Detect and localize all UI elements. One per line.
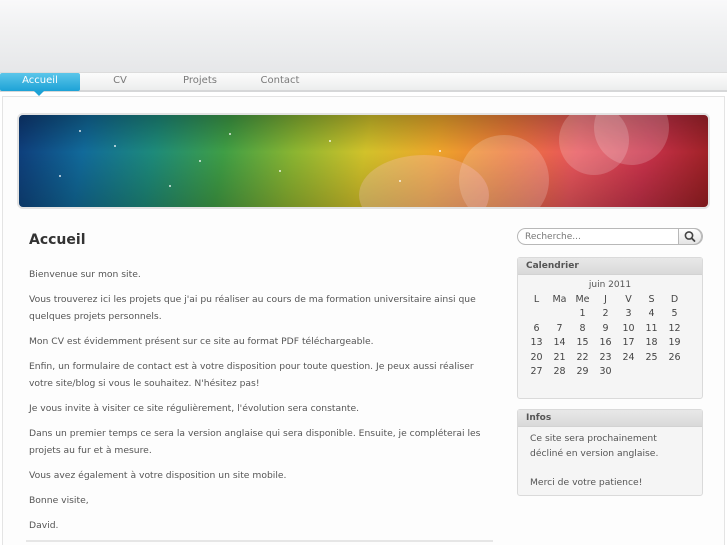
sparkle (169, 185, 171, 187)
paragraph: Enfin, un formulaire de contact est à vo… (29, 361, 474, 389)
nav-item-accueil[interactable]: Accueil (0, 73, 80, 96)
calendar-day: 16 (599, 337, 612, 349)
nav-item-projets[interactable]: Projets (160, 73, 240, 91)
calendar-widget: Calendrier juin 2011 L Ma Me J V S D 1 2… (517, 257, 703, 399)
sparkle (279, 170, 281, 172)
weekday-header: S (648, 293, 655, 305)
calendar-day: 11 (645, 322, 658, 334)
calendar-day: 12 (668, 322, 681, 334)
calendar-day: 19 (668, 337, 681, 349)
calendar-day: 5 (671, 308, 678, 320)
calendar-day (617, 365, 640, 380)
weekday-header: J (604, 293, 607, 305)
paragraph: Bonne visite, (29, 495, 89, 506)
calendar-day: 24 (622, 351, 635, 363)
sparkle (399, 180, 401, 182)
weekday-header: V (625, 293, 632, 305)
calendar-day: 4 (648, 308, 655, 320)
weekday-header: Me (575, 293, 590, 305)
calendar-day: 20 (530, 351, 543, 363)
calendar-day: 10 (622, 322, 635, 334)
paragraph: David. (29, 520, 59, 531)
calendar-day: 18 (645, 337, 658, 349)
calendar-day: 29 (576, 366, 589, 378)
sparkle (439, 150, 441, 152)
main-content: Accueil Bienvenue sur mon site. Vous tro… (29, 230, 489, 542)
calendar-title: Calendrier (518, 258, 702, 275)
paragraph: Vous avez également à votre disposition … (29, 470, 287, 481)
calendar-day: 25 (645, 351, 658, 363)
weekday-header: Ma (552, 293, 567, 305)
sparkle (79, 130, 81, 132)
infos-line: Ce site sera prochainement décliné en ve… (530, 433, 659, 459)
search-box (517, 228, 703, 245)
calendar-day: 27 (530, 366, 543, 378)
calendar-day: 3 (625, 308, 632, 320)
weekday-header: D (670, 293, 679, 305)
calendar-day: 26 (668, 351, 681, 363)
calendar-day (548, 307, 571, 322)
calendar-day: 22 (576, 351, 589, 363)
infos-spacer (530, 461, 690, 476)
calendar-day (525, 307, 548, 322)
calendar-day: 30 (599, 366, 612, 378)
calendar-day: 1 (579, 308, 586, 320)
paragraph: Vous trouverez ici les projets que j'ai … (29, 294, 476, 322)
header-band (0, 0, 727, 72)
nav-item-contact[interactable]: Contact (240, 73, 320, 91)
sparkle (329, 140, 331, 142)
calendar-day: 2 (602, 308, 609, 320)
main-nav: Accueil CV Projets Contact (0, 72, 727, 96)
calendar-caption: juin 2011 (588, 280, 632, 290)
paragraph: Je vous invite à visiter ce site réguliè… (29, 403, 360, 414)
infos-widget: Infos Ce site sera prochainement décliné… (517, 409, 703, 496)
sparkle (229, 133, 231, 135)
content-divider (26, 540, 493, 542)
infos-body: Ce site sera prochainement décliné en ve… (518, 427, 702, 495)
nav-item-cv[interactable]: CV (80, 73, 160, 91)
paragraph: Dans un premier temps ce sera la version… (29, 428, 481, 456)
page-title: Accueil (29, 232, 86, 248)
calendar-day: 21 (553, 351, 566, 363)
calendar-day: 8 (579, 322, 586, 334)
calendar-day: 15 (576, 337, 589, 349)
sparkle (199, 160, 201, 162)
calendar-day: 14 (553, 337, 566, 349)
weekday-header: L (533, 293, 540, 305)
calendar-day: 6 (533, 322, 540, 334)
calendar-day (640, 365, 663, 380)
calendar-table: L Ma Me J V S D 1 2 3 4 5 6 7 8 9 10 11 … (525, 292, 686, 379)
paragraph: Mon CV est évidemment présent sur ce sit… (29, 336, 374, 347)
calendar-day: 28 (553, 366, 566, 378)
sparkle (114, 145, 116, 147)
search-button[interactable] (678, 228, 702, 245)
calendar-day: 7 (556, 322, 563, 334)
calendar-day: 17 (622, 337, 635, 349)
magnifier-icon (684, 231, 696, 242)
calendar-day: 23 (599, 351, 612, 363)
header-banner-image (17, 113, 710, 209)
infos-title: Infos (518, 410, 702, 427)
search-input[interactable] (525, 230, 675, 243)
sparkle (59, 175, 61, 177)
infos-line: Merci de votre patience! (530, 476, 643, 488)
calendar-day: 13 (530, 337, 543, 349)
calendar-day: 9 (602, 322, 609, 334)
paragraph: Bienvenue sur mon site. (29, 269, 141, 280)
calendar-day (663, 365, 686, 380)
